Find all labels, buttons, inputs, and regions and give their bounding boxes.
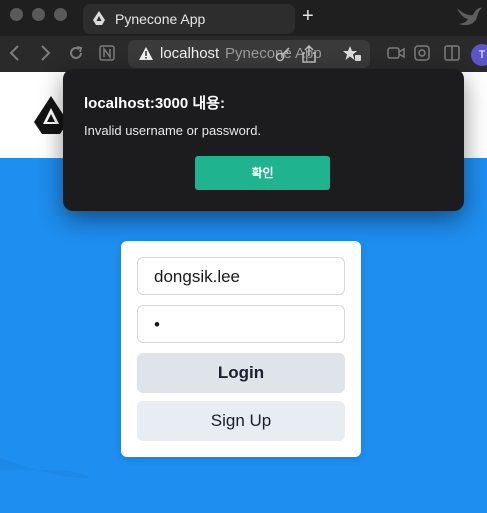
tab-title: Pynecone App	[115, 11, 206, 27]
alert-ok-button[interactable]: 확인	[195, 156, 330, 190]
alert-dialog: localhost:3000 내용: Invalid username or p…	[63, 69, 464, 211]
browser-tab-bar: Pynecone App +	[0, 0, 487, 36]
username-input[interactable]: dongsik.lee	[137, 257, 345, 295]
warning-icon	[139, 47, 153, 65]
url-host: localhost	[160, 45, 220, 62]
share-icon[interactable]	[301, 44, 317, 68]
reload-icon[interactable]	[67, 44, 85, 67]
camera-icon[interactable]	[387, 44, 405, 67]
profile-avatar[interactable]: T	[471, 44, 487, 66]
login-button[interactable]: Login	[137, 353, 345, 393]
extensions-star-icon[interactable]	[342, 45, 362, 68]
screenshot-icon[interactable]	[413, 44, 431, 67]
key-icon[interactable]	[274, 45, 292, 68]
notion-extension-icon[interactable]	[98, 44, 116, 67]
signup-button[interactable]: Sign Up	[137, 401, 345, 441]
window-minimize-button[interactable]	[32, 8, 45, 21]
window-close-button[interactable]	[10, 8, 23, 21]
address-bar[interactable]: localhost Pynecone App	[128, 40, 370, 68]
bird-icon	[455, 4, 483, 33]
back-arrow-icon[interactable]	[8, 44, 20, 67]
forward-arrow-icon[interactable]	[40, 44, 52, 67]
sidebar-icon[interactable]	[443, 44, 461, 67]
alert-message: Invalid username or password.	[84, 123, 262, 138]
new-tab-button[interactable]: +	[302, 6, 314, 26]
pynecone-favicon-icon	[93, 11, 105, 28]
password-input[interactable]: •	[137, 305, 345, 343]
tab-pynecone-app[interactable]: Pynecone App	[83, 4, 295, 34]
window-zoom-button[interactable]	[54, 8, 67, 21]
alert-title: localhost:3000 내용:	[84, 95, 225, 112]
login-card: dongsik.lee • Login Sign Up	[121, 241, 361, 457]
